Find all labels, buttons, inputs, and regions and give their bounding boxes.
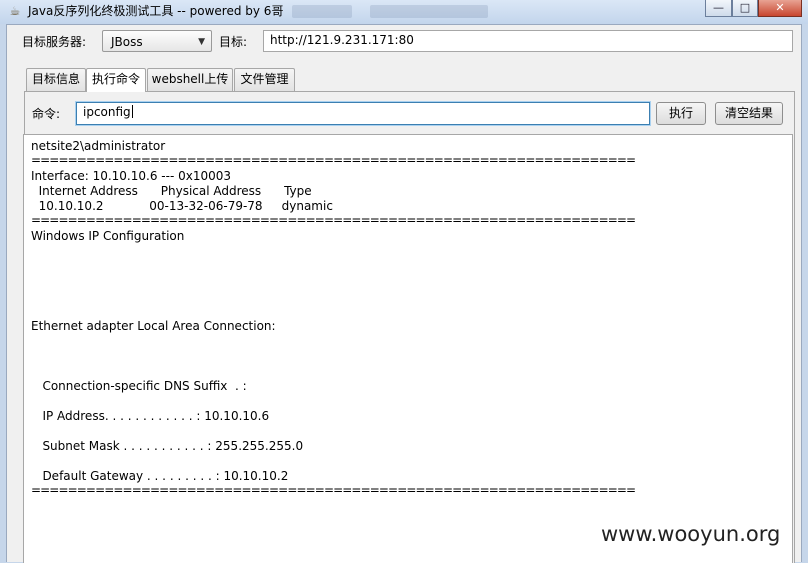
java-cup-icon: ☕ <box>9 4 21 18</box>
clear-results-button[interactable]: 清空结果 <box>715 102 783 125</box>
target-url-value: http://121.9.231.171:80 <box>270 33 414 47</box>
target-label: 目标: <box>219 35 248 49</box>
output-line: Interface: 10.10.10.6 --- 0x10003 <box>31 169 231 183</box>
text-caret <box>131 105 133 118</box>
output-line: Windows IP Configuration <box>31 229 185 243</box>
output-separator: ========================================… <box>31 153 636 167</box>
server-type-value: JBoss <box>111 35 143 49</box>
output-line: Default Gateway . . . . . . . . . : 10.1… <box>31 469 289 483</box>
background-title-ghost <box>292 5 352 18</box>
tab-target-info[interactable]: 目标信息 <box>26 68 86 91</box>
background-title-ghost <box>370 5 488 18</box>
main-window: 目标服务器: JBoss ▼ 目标: http://121.9.231.171:… <box>6 24 802 563</box>
output-line: netsite2\administrator <box>31 139 166 153</box>
tab-webshell-upload[interactable]: webshell上传 <box>147 68 233 91</box>
title-bar[interactable]: ☕ Java反序列化终极测试工具 -- powered by 6哥 — □ ✕ <box>0 0 808 24</box>
server-label: 目标服务器: <box>22 35 87 49</box>
tab-execute-command[interactable]: 执行命令 <box>86 68 146 92</box>
output-separator: ========================================… <box>31 483 636 497</box>
tab-file-manager[interactable]: 文件管理 <box>234 68 295 91</box>
maximize-button[interactable]: □ <box>732 0 758 17</box>
output-line: Internet Address Physical Address Type <box>31 184 312 198</box>
close-button[interactable]: ✕ <box>758 0 802 17</box>
output-line: Ethernet adapter Local Area Connection: <box>31 319 276 333</box>
output-separator: ========================================… <box>31 213 636 227</box>
execute-button[interactable]: 执行 <box>656 102 706 125</box>
server-type-select[interactable]: JBoss ▼ <box>102 30 212 52</box>
command-label: 命令: <box>32 107 61 121</box>
target-url-input[interactable]: http://121.9.231.171:80 <box>263 30 793 52</box>
output-line: Subnet Mask . . . . . . . . . . . : 255.… <box>31 439 304 453</box>
output-line: Connection-specific DNS Suffix . : <box>31 379 247 393</box>
output-line: 10.10.10.2 00-13-32-06-79-78 dynamic <box>31 199 333 213</box>
command-value: ipconfig <box>83 105 131 119</box>
command-output-area[interactable]: netsite2\administrator =================… <box>23 134 793 563</box>
watermark: www.wooyun.org <box>601 522 781 546</box>
output-line: IP Address. . . . . . . . . . . . : 10.1… <box>31 409 270 423</box>
chevron-down-icon: ▼ <box>198 37 205 47</box>
command-input[interactable]: ipconfig <box>76 102 650 125</box>
minimize-button[interactable]: — <box>705 0 732 17</box>
window-title: Java反序列化终极测试工具 -- powered by 6哥 <box>28 4 284 18</box>
